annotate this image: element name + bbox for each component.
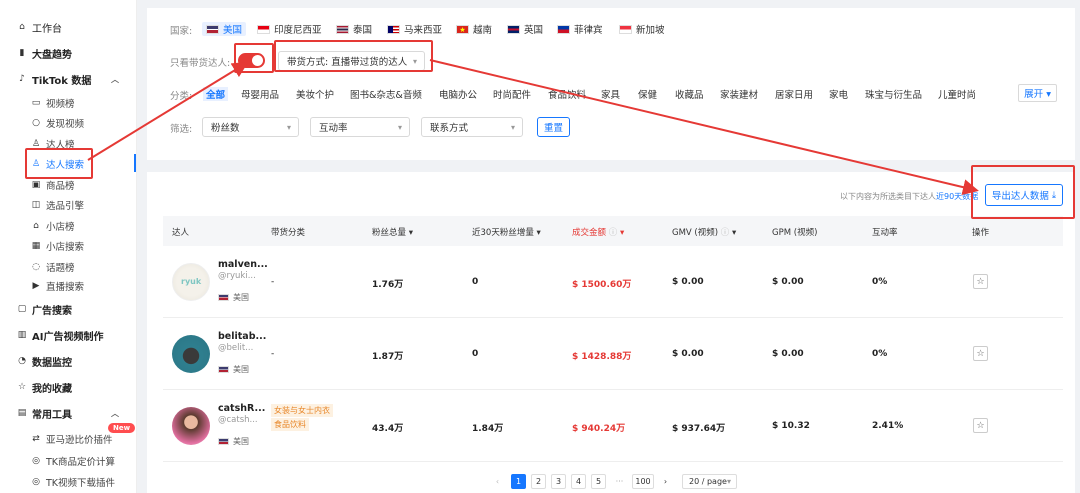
- arrow-to-toggle: [87, 61, 249, 161]
- annotation-arrows: [87, 59, 979, 195]
- arrow-to-export: [429, 59, 979, 195]
